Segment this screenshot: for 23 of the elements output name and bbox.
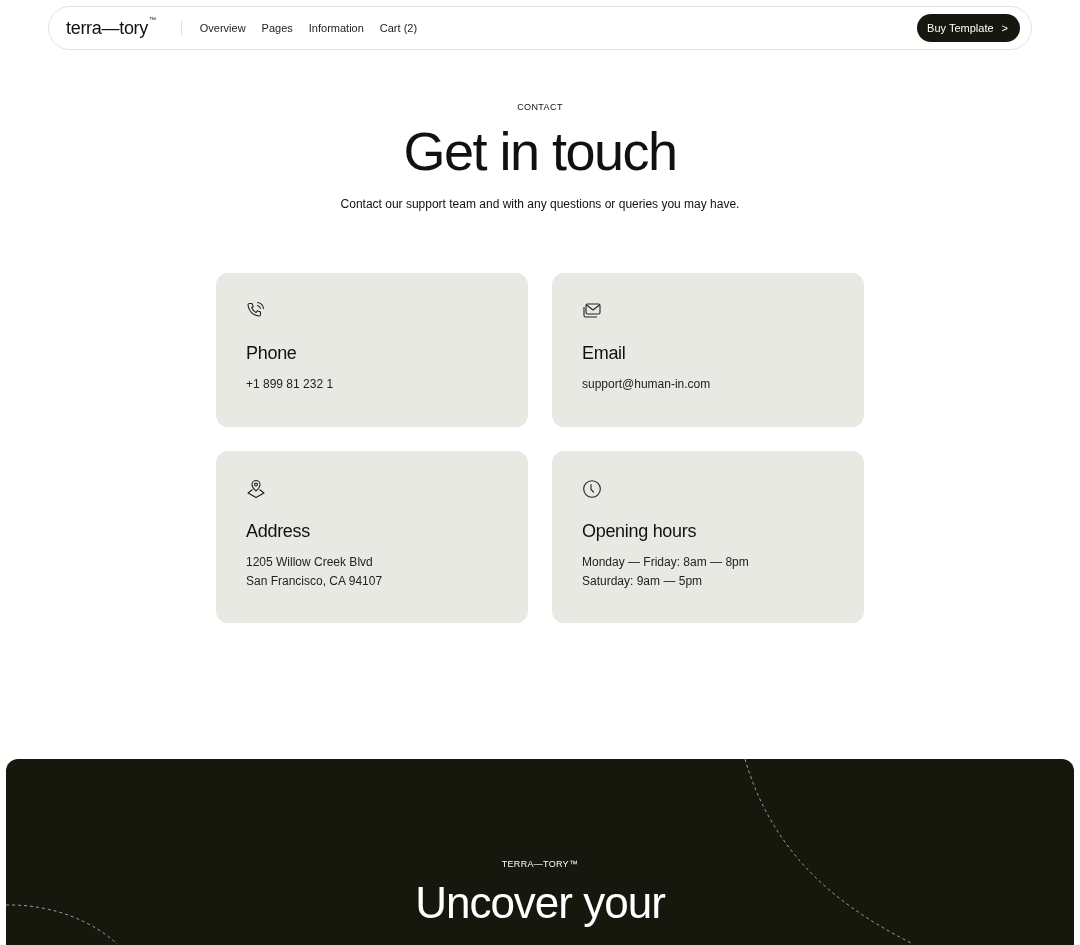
clock-icon — [582, 479, 602, 500]
card-title: Phone — [246, 343, 298, 365]
subtitle: Contact our support team and with any questions or queries you may have. — [339, 197, 741, 212]
logo[interactable]: terra—tory$^{™}$ — [66, 17, 156, 39]
card-text: San Francisco, CA 94107 — [246, 573, 384, 591]
buy-template-button[interactable]: Buy Template > — [917, 14, 1020, 42]
section-label: CONTACT — [516, 102, 564, 112]
card-text: +1 899 81 232 1 — [246, 376, 335, 394]
location-pin-icon — [246, 479, 266, 500]
page-title: Get in touch — [402, 122, 678, 182]
card-text: Monday — Friday: 8am — 8pm — [582, 554, 750, 572]
nav-link[interactable]: Information — [308, 22, 364, 34]
nav-link[interactable]: Cart (2) — [379, 22, 418, 34]
card-text: 1205 Willow Creek Blvd — [246, 554, 374, 572]
card-text: support@human-in.com — [582, 376, 712, 394]
card-title: Opening hours — [582, 521, 698, 543]
nav-link[interactable]: Overview — [199, 22, 246, 34]
nav-link[interactable]: Pages — [261, 22, 293, 34]
footer-heading: Uncover your — [415, 879, 665, 928]
card-title: Email — [582, 343, 627, 365]
card-title: Address — [246, 521, 311, 543]
card-text: Saturday: 9am — 5pm — [582, 573, 704, 591]
brand-label: TERRA—TORY™ — [501, 859, 579, 870]
